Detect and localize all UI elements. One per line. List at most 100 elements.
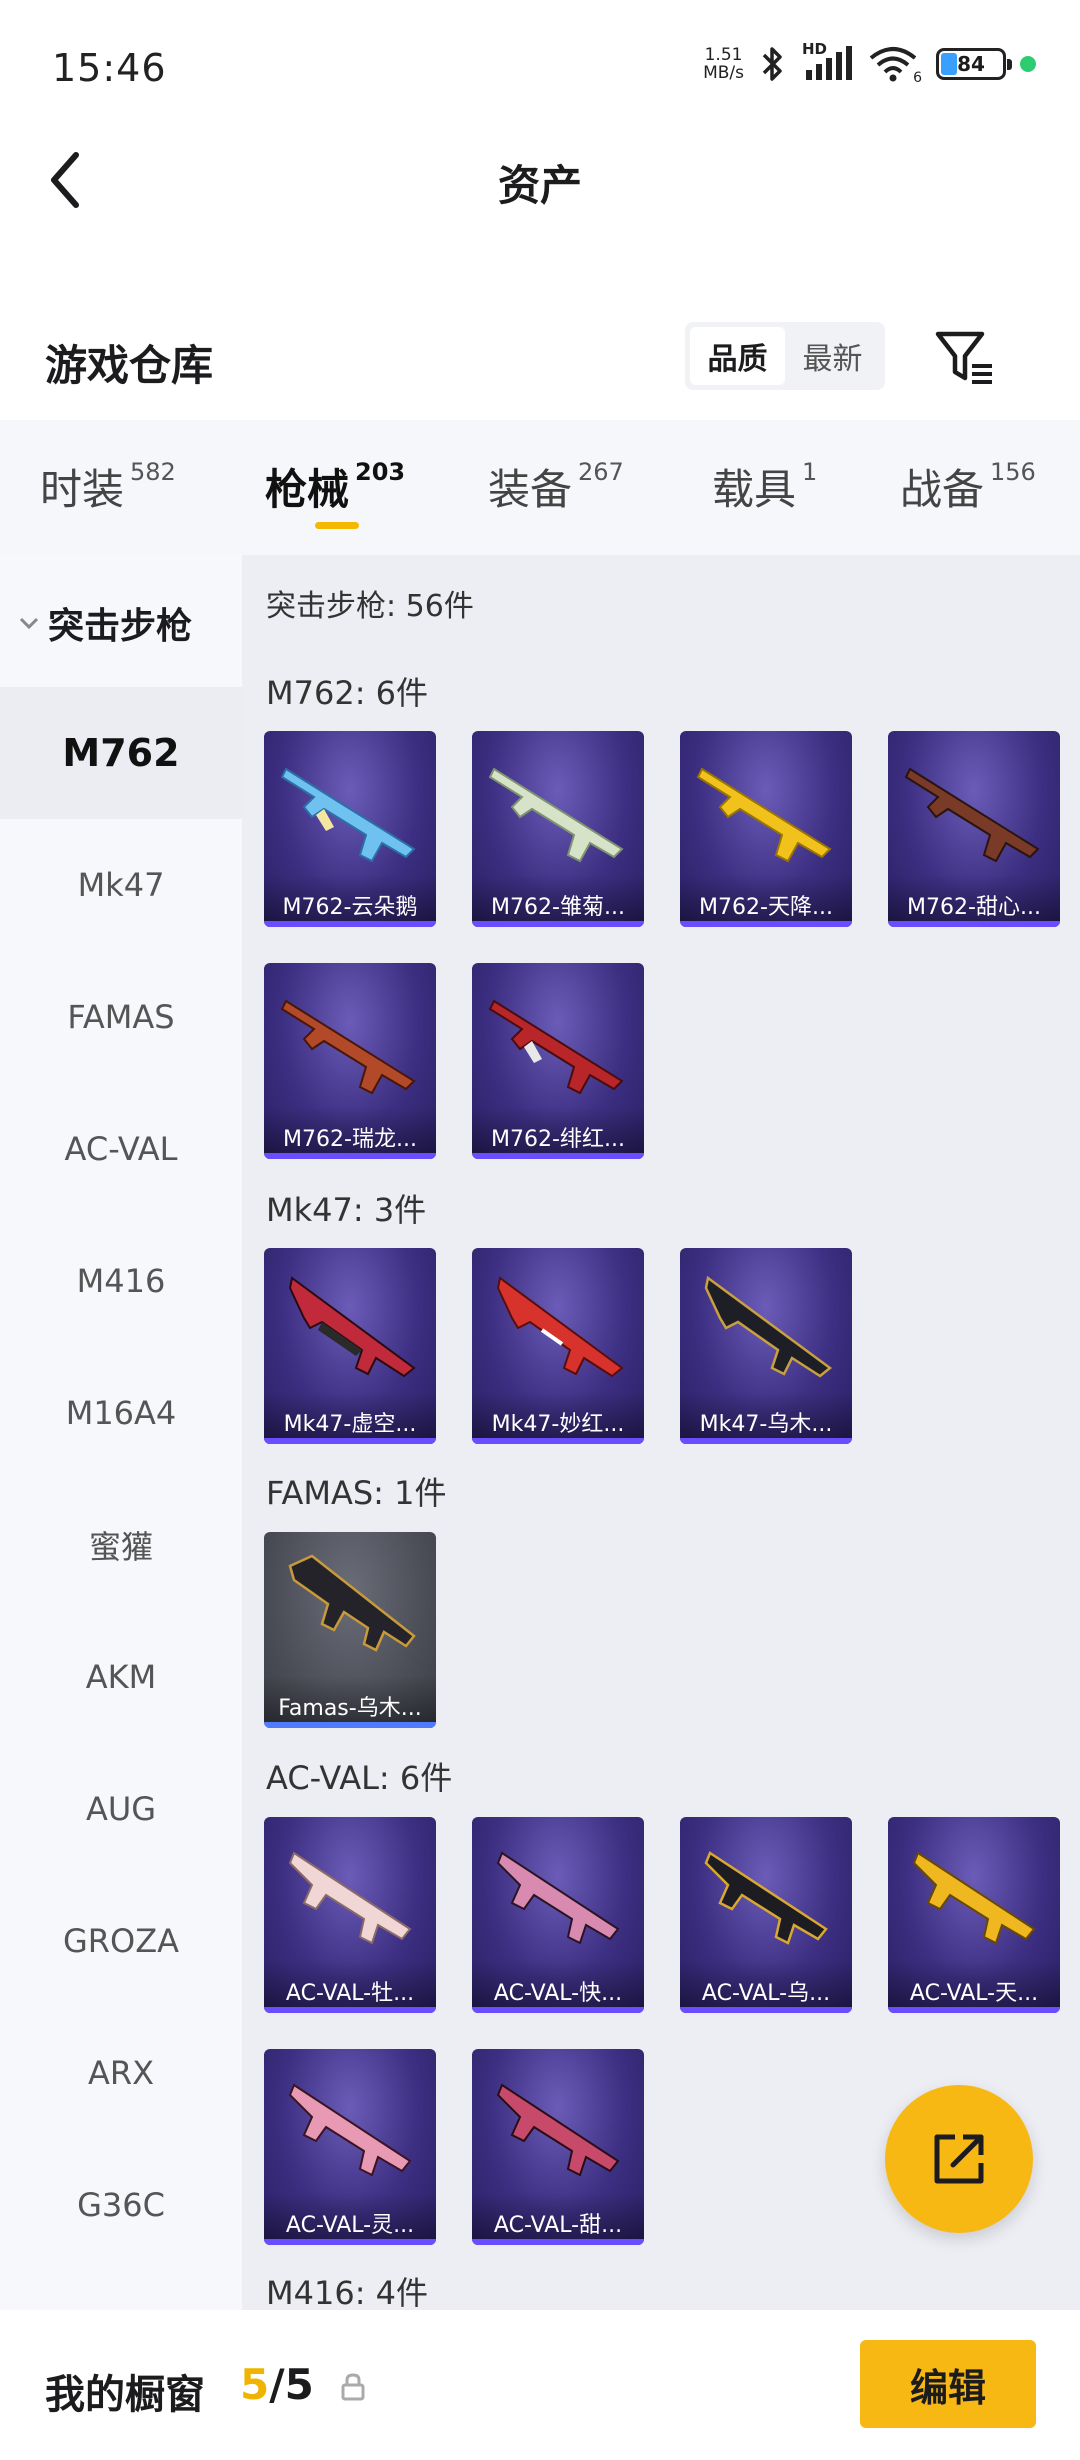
rifle-icon [488, 999, 624, 1095]
tab-firearms[interactable]: 枪械 203 [265, 456, 405, 517]
tab-label: 装备 [488, 465, 573, 514]
rarity-stripe [472, 2239, 644, 2245]
wifi-icon [869, 47, 917, 82]
sidebar-item-groza[interactable]: GROZA [0, 1875, 242, 2007]
tab-fashion[interactable]: 时装 582 [40, 456, 176, 517]
sidebar-category-assault-rifles[interactable]: 突击步枪 [0, 555, 242, 690]
rarity-stripe [888, 921, 1060, 927]
chevron-down-icon [19, 617, 39, 629]
rarity-stripe [472, 1153, 644, 1159]
rifle-icon [496, 2083, 620, 2177]
skin-card[interactable]: M762-云朵鹅 [264, 731, 436, 927]
tab-label: 枪械 [265, 465, 350, 514]
skin-card[interactable]: M762-瑞龙... [264, 963, 436, 1159]
skin-name: AC-VAL-甜... [493, 2213, 623, 2238]
rarity-stripe [680, 1438, 852, 1444]
rifle-icon [280, 999, 416, 1095]
filter-button[interactable] [930, 322, 1000, 392]
weapon-sidebar: 突击步枪 M762 Mk47 FAMAS AC-VAL M416 M16A4 蜜… [0, 555, 242, 2310]
tab-label: 战备 [900, 465, 985, 514]
skin-name: AC-VAL-灵... [285, 2213, 415, 2238]
wifi-level: 6 [913, 70, 922, 86]
rifle-icon [288, 2083, 412, 2177]
share-button[interactable] [885, 2085, 1033, 2233]
rifle-icon [704, 1851, 828, 1945]
skin-card[interactable]: Famas-乌木... [264, 1532, 436, 1728]
skin-name: M762-云朵鹅 [282, 895, 418, 920]
skin-card[interactable]: AC-VAL-天... [888, 1817, 1060, 2013]
rarity-stripe [264, 921, 436, 927]
skin-name: M762-雏菊... [491, 895, 625, 920]
skin-card[interactable]: M762-雏菊... [472, 731, 644, 927]
showcase-bar: 我的橱窗 5/5 编辑 [0, 2310, 1080, 2460]
sidebar-item-aug[interactable]: AUG [0, 1743, 242, 1875]
rifle-icon [288, 1276, 416, 1378]
rifle-icon [288, 1851, 412, 1945]
category-tabs: 时装 582 枪械 203 装备 267 载具 1 战备 156 [0, 420, 1080, 555]
tab-label: 时装 [40, 465, 125, 514]
skin-card[interactable]: M762-绯红... [472, 963, 644, 1159]
sidebar-item-m762[interactable]: M762 [0, 687, 242, 819]
sidebar-item-famas[interactable]: FAMAS [0, 951, 242, 1083]
group-title: FAMAS: 1件 [266, 1474, 447, 1512]
category-summary: 突击步枪: 56件 [266, 589, 474, 624]
sort-newest[interactable]: 最新 [785, 327, 880, 385]
tab-label: 载具 [712, 465, 797, 514]
rarity-stripe [264, 1153, 436, 1159]
rifle-icon [288, 1554, 416, 1652]
skin-card[interactable]: M762-甜心... [888, 731, 1060, 927]
skin-name: M762-天降... [699, 895, 833, 920]
rarity-stripe [264, 2007, 436, 2013]
skin-card[interactable]: Mk47-虚空... [264, 1248, 436, 1444]
rarity-stripe [472, 1438, 644, 1444]
filter-icon [935, 331, 992, 384]
page-title: 资产 [497, 161, 582, 210]
warehouse-title: 游戏仓库 [45, 341, 214, 390]
skin-card[interactable]: AC-VAL-灵... [264, 2049, 436, 2245]
skin-card[interactable]: AC-VAL-牡... [264, 1817, 436, 2013]
sort-quality[interactable]: 品质 [690, 327, 785, 385]
tab-supplies[interactable]: 战备 156 [900, 456, 1036, 517]
status-time: 15:46 [52, 46, 167, 90]
status-icons: 1.51 MB/s HD 6 84 [703, 40, 1036, 86]
tab-vehicles[interactable]: 载具 1 [712, 456, 817, 517]
skin-card[interactable]: AC-VAL-乌... [680, 1817, 852, 2013]
group-title: AC-VAL: 6件 [266, 1759, 453, 1797]
sidebar-item-arx[interactable]: ARX [0, 2007, 242, 2139]
tab-count: 1 [802, 458, 818, 486]
showcase-label: 我的橱窗 [45, 2372, 205, 2418]
sidebar-item-honey-badger[interactable]: 蜜獾 [0, 1479, 242, 1611]
sidebar-item-ac-val[interactable]: AC-VAL [0, 1083, 242, 1215]
rarity-stripe [888, 2007, 1060, 2013]
rifle-icon [912, 1851, 1036, 1945]
tab-count: 267 [578, 458, 624, 486]
battery-icon: 84 [936, 48, 1012, 80]
rarity-stripe [680, 921, 852, 927]
header: 资产 [0, 130, 1080, 230]
skin-name: M762-瑞龙... [283, 1127, 417, 1152]
rifle-icon [496, 1276, 624, 1378]
bluetooth-icon [762, 47, 782, 81]
sidebar-item-g36c[interactable]: G36C [0, 2139, 242, 2271]
edit-button[interactable]: 编辑 [860, 2340, 1036, 2428]
rarity-stripe [264, 1722, 436, 1728]
skin-card[interactable]: AC-VAL-甜... [472, 2049, 644, 2245]
rarity-stripe [472, 2007, 644, 2013]
skin-card[interactable]: Mk47-妙红... [472, 1248, 644, 1444]
sidebar-item-akm[interactable]: AKM [0, 1611, 242, 1743]
skin-card[interactable]: AC-VAL-快... [472, 1817, 644, 2013]
sidebar-item-m16a4[interactable]: M16A4 [0, 1347, 242, 1479]
skin-card[interactable]: M762-天降... [680, 731, 852, 927]
skin-card[interactable]: Mk47-乌木... [680, 1248, 852, 1444]
sidebar-item-mk47[interactable]: Mk47 [0, 819, 242, 951]
tab-equipment[interactable]: 装备 267 [488, 456, 624, 517]
status-bar: 15:46 1.51 MB/s HD 6 84 [0, 0, 1080, 140]
tab-count: 156 [990, 458, 1036, 486]
rifle-icon [280, 767, 416, 863]
sidebar-item-m416[interactable]: M416 [0, 1215, 242, 1347]
rarity-stripe [264, 2239, 436, 2245]
rifle-icon [696, 767, 832, 863]
skin-name: Mk47-妙红... [491, 1412, 625, 1437]
rarity-stripe [264, 1438, 436, 1444]
network-speed: 1.51 MB/s [703, 46, 744, 82]
